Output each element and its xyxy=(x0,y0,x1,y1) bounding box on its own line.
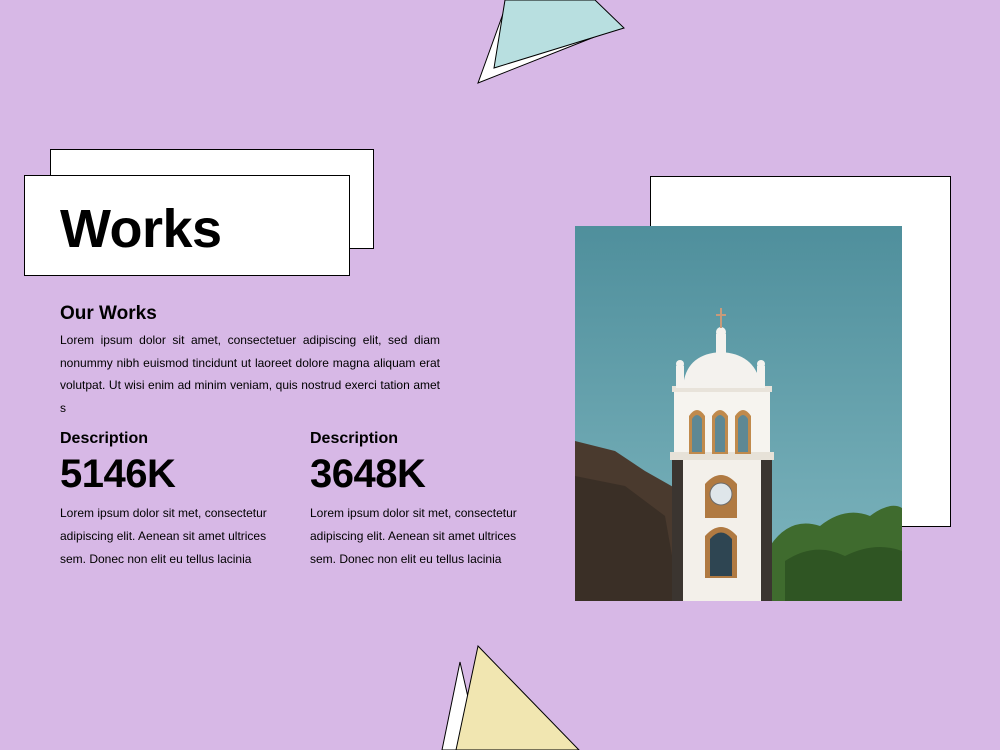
section-body: Lorem ipsum dolor sit amet, consectetuer… xyxy=(60,333,440,415)
stat-value: 5146K xyxy=(60,452,176,496)
stat-description: Lorem ipsum dolor sit met, consectetur a… xyxy=(310,506,517,566)
stat-block-2: Description 3648K Lorem ipsum dolor sit … xyxy=(310,428,530,571)
church-bell-tower-photo xyxy=(575,226,902,601)
decorative-triangle-bottom xyxy=(441,644,580,750)
stat-value: 3648K xyxy=(310,452,426,496)
stat-label: Description xyxy=(310,430,399,447)
stat-description: Lorem ipsum dolor sit met, consectetur a… xyxy=(60,506,267,566)
section-heading: Our Works xyxy=(60,303,157,324)
stat-block-1: Description 5146K Lorem ipsum dolor sit … xyxy=(60,428,280,571)
decorative-triangle-top xyxy=(477,0,625,84)
stat-label: Description xyxy=(60,430,149,447)
page-title: Works xyxy=(60,199,222,259)
